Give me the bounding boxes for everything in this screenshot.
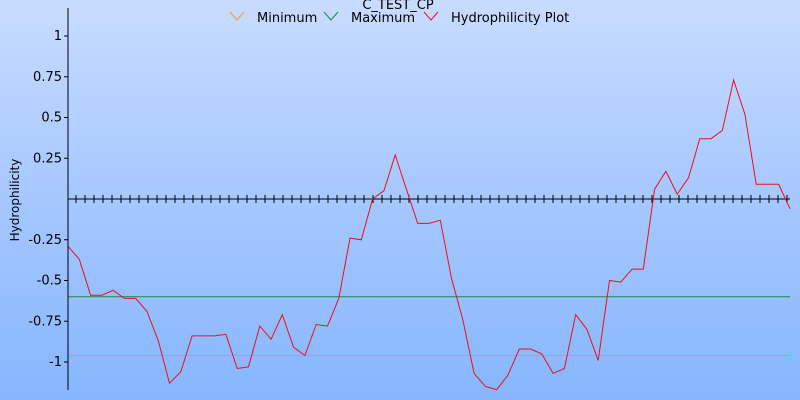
chart-svg: C_TEST_CP Minimum Maximum Hydrophilicity… [8, 0, 791, 391]
legend-item-maximum: Maximum [323, 11, 415, 26]
legend-swatch-minimum [229, 11, 245, 21]
series-layer [67, 78, 791, 391]
y-tick-label: -0.25 [28, 233, 62, 248]
y-axis-label: Hydrophilicity [8, 159, 22, 242]
legend-item-minimum: Minimum [229, 11, 317, 26]
legend-item-hydrophilicity-plot: Hydrophilicity Plot [423, 11, 569, 26]
legend-label-minimum: Minimum [257, 11, 317, 26]
y-axis-ticks: 1 0.75 0.5 0.25 -0.25 -0.5 -0.75 -1 [28, 29, 68, 370]
y-tick-label: 1 [54, 29, 62, 44]
legend-swatch-hydrophilicity-plot [423, 11, 439, 21]
legend-label-hydrophilicity-plot: Hydrophilicity Plot [451, 11, 569, 26]
hydrophilicity-chart: C_TEST_CP Minimum Maximum Hydrophilicity… [0, 0, 800, 400]
y-tick-label: -0.5 [37, 274, 62, 289]
legend-label-maximum: Maximum [351, 11, 415, 26]
x-axis [68, 195, 790, 203]
y-tick-label: 0.25 [33, 151, 62, 166]
y-tick-label: -0.75 [28, 314, 62, 329]
series-line-hydrophilicity-plot [67, 78, 791, 391]
legend: Minimum Maximum Hydrophilicity Plot [229, 11, 569, 26]
y-tick-label: 0.5 [41, 111, 62, 126]
y-tick-label: -1 [49, 355, 62, 370]
legend-swatch-maximum [323, 11, 339, 21]
y-tick-label: 0.75 [33, 70, 62, 85]
